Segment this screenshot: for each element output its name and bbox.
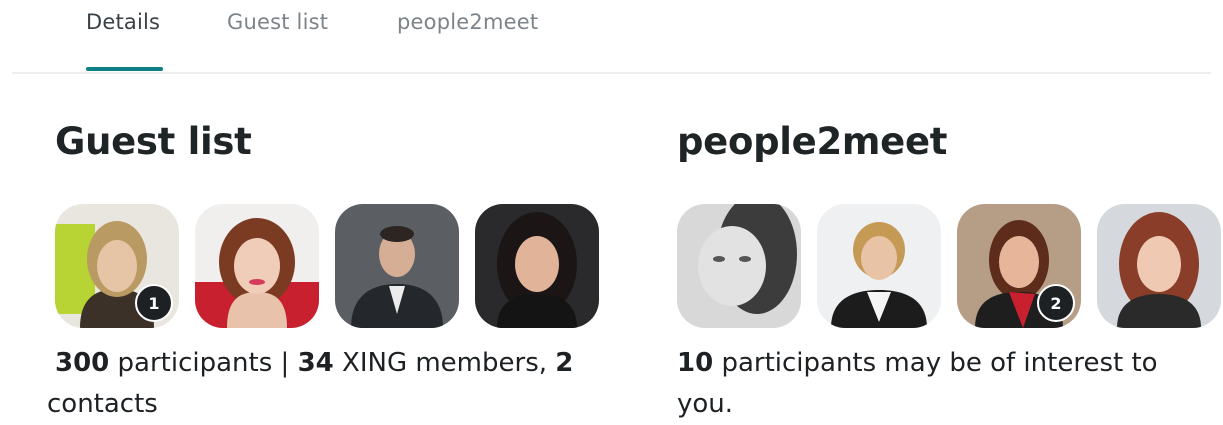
participants-label: participants | (109, 348, 298, 378)
people2meet-title: people2meet (677, 120, 948, 163)
contacts-label: contacts (47, 389, 158, 419)
tab-people2meet[interactable]: people2meet (397, 10, 538, 34)
tab-guest-list[interactable]: Guest list (227, 10, 328, 34)
notification-badge: 2 (1037, 284, 1075, 322)
people2meet-section: people2meet 2 10 participants may be of … (677, 120, 1221, 419)
avatar[interactable] (817, 204, 941, 328)
avatar[interactable] (1097, 204, 1221, 328)
people2meet-count: 10 (677, 348, 714, 378)
tab-bar: Details Guest list people2meet (0, 0, 1223, 74)
active-tab-indicator (86, 67, 163, 71)
people2meet-summary: 10 participants may be of interest to yo… (677, 343, 1207, 425)
people2meet-text: participants may be of interest to you. (677, 348, 1158, 419)
members-label: XING members, (333, 348, 556, 378)
tab-divider (12, 72, 1211, 74)
members-count: 34 (297, 348, 334, 378)
guest-list-section: Guest list 1 300 participants | 34 XING … (47, 120, 615, 419)
tab-details[interactable]: Details (86, 10, 160, 34)
avatar[interactable] (195, 204, 319, 328)
avatar[interactable] (475, 204, 599, 328)
avatar[interactable] (335, 204, 459, 328)
contacts-count: 2 (555, 348, 574, 378)
notification-badge: 1 (135, 284, 173, 322)
guest-list-title: Guest list (55, 120, 252, 163)
guest-list-summary: 300 participants | 34 XING members, 2 co… (47, 343, 574, 425)
participants-count: 300 (55, 348, 110, 378)
avatar[interactable] (677, 204, 801, 328)
